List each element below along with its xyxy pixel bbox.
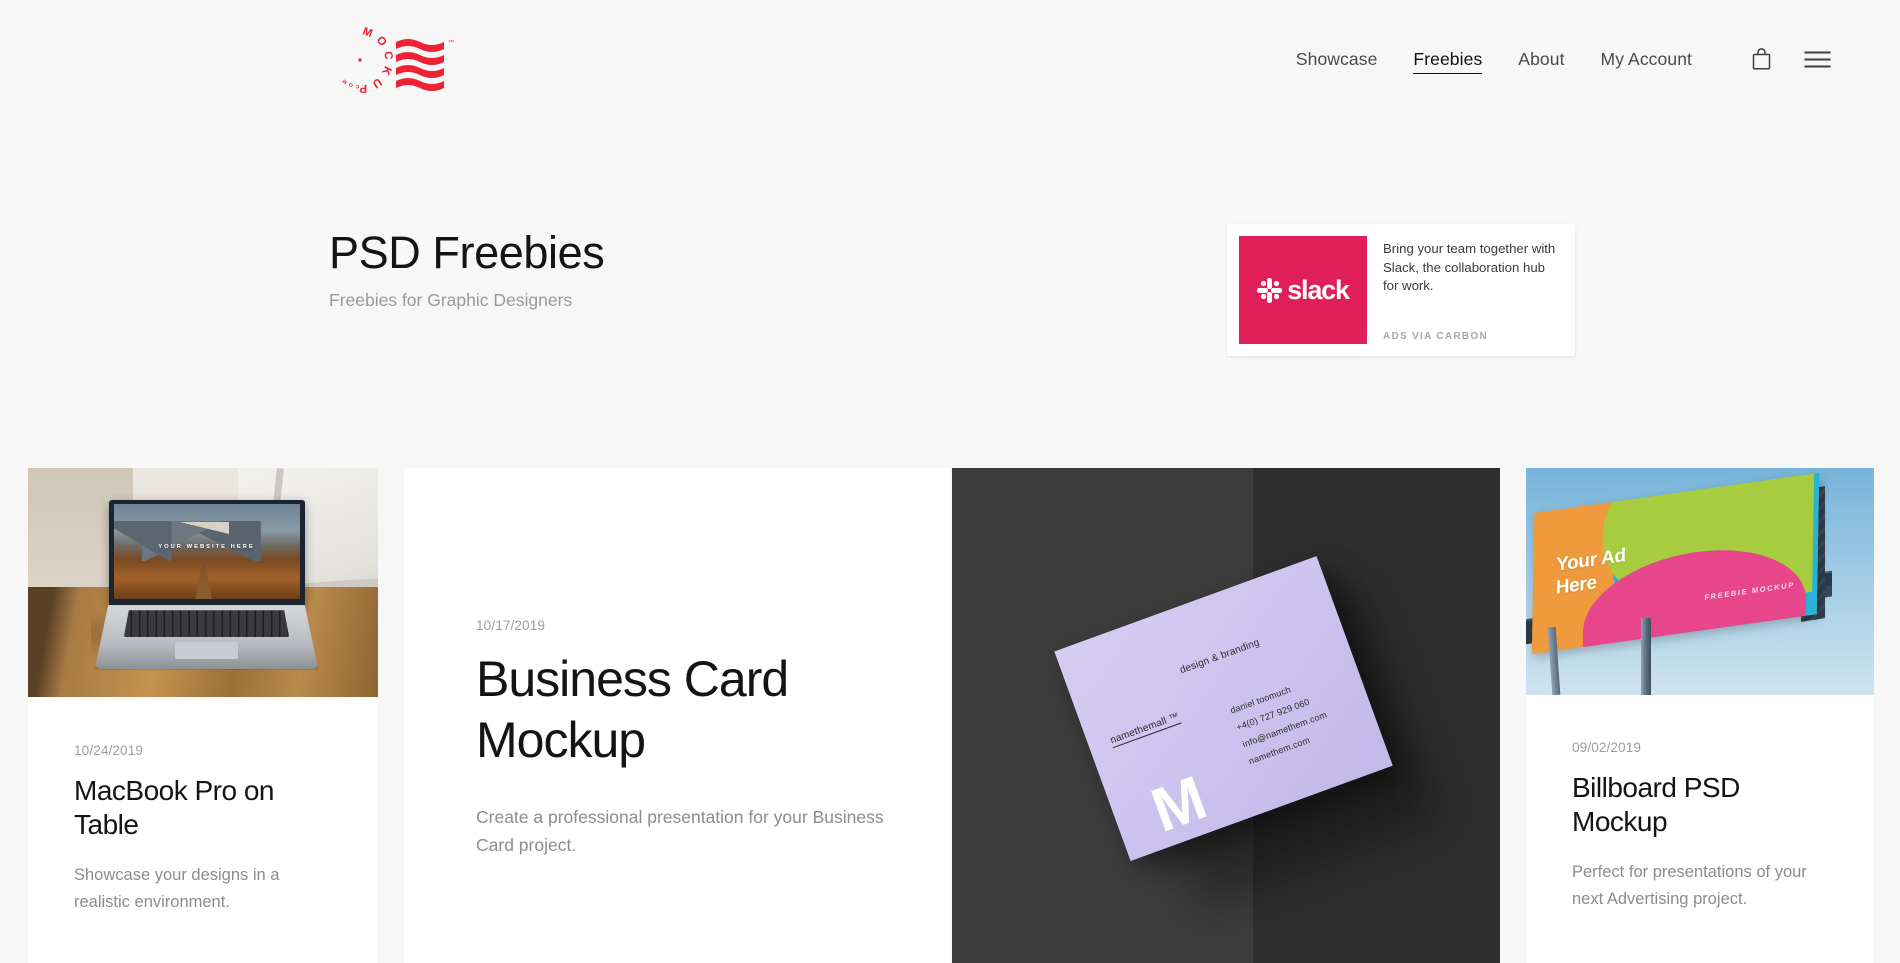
slack-wordmark: slack (1287, 274, 1350, 305)
freebie-card-business-card-photo[interactable]: namethemall ™ design & branding daniel t… (952, 468, 1500, 963)
slack-logo-icon (1257, 277, 1283, 303)
slack-ad-image: slack (1239, 236, 1367, 344)
card-body: 09/02/2019 Billboard PSD Mockup Perfect … (1526, 695, 1874, 913)
card-date: 10/17/2019 (476, 618, 546, 633)
nav-item-showcase[interactable]: Showcase (1296, 45, 1378, 74)
freebies-grid: YOUR WEBSITE HERE 10/24/2019 MacBook Pro… (0, 468, 1900, 963)
business-card-photo[interactable]: namethemall ™ design & branding daniel t… (952, 468, 1500, 963)
freebie-card-business-card[interactable]: 10/17/2019 Business Card Mockup Create a… (404, 468, 950, 963)
carbon-ad[interactable]: slack Bring your team together with Slac… (1227, 224, 1575, 356)
macbook-photo[interactable]: YOUR WEBSITE HERE (28, 468, 378, 697)
billboard-headline-line1: Your Ad (1555, 544, 1626, 576)
bizcard-tagline: design & branding (1177, 636, 1261, 676)
shopping-bag-icon[interactable] (1744, 42, 1778, 76)
logo-trademark: ™ (448, 39, 454, 46)
card-excerpt: Create a professional presentation for y… (476, 807, 884, 856)
card-title[interactable]: Billboard PSD Mockup (1572, 771, 1828, 838)
nav-item-freebies[interactable]: Freebies (1413, 45, 1483, 74)
card-title[interactable]: MacBook Pro on Table (74, 774, 332, 841)
bizcard-brand: namethemall ™ (1108, 710, 1182, 748)
freebie-card-macbook[interactable]: YOUR WEBSITE HERE 10/24/2019 MacBook Pro… (28, 468, 378, 963)
card-date: 09/02/2019 (1572, 740, 1642, 755)
card-title[interactable]: Business Card Mockup (476, 649, 904, 771)
card-date: 10/24/2019 (74, 743, 144, 758)
page-title: PSD Freebies (329, 227, 605, 278)
main-navigation: Showcase Freebies About My Account (1296, 0, 1834, 118)
card-excerpt: Showcase your designs in a realistic env… (74, 866, 280, 911)
card-body: 10/24/2019 MacBook Pro on Table Showcase… (28, 697, 378, 916)
hero-section: PSD Freebies Freebies for Graphic Design… (0, 118, 1900, 468)
ad-body: Bring your team together with Slack, the… (1367, 236, 1563, 344)
card-body: 10/17/2019 Business Card Mockup Create a… (404, 468, 950, 860)
freebie-card-billboard[interactable]: Your Ad Here FREEBIE MOCKUP 09/02/2019 B… (1526, 468, 1874, 963)
ad-text: Bring your team together with Slack, the… (1383, 241, 1556, 294)
mockup-logo[interactable]: MOCKUP .COM ™ (318, 22, 460, 95)
hamburger-menu-icon[interactable] (1800, 42, 1834, 76)
billboard-headline-line2: Here (1555, 571, 1597, 599)
bizcard-monogram: M (1142, 764, 1211, 846)
billboard-headline: Your Ad Here (1555, 544, 1625, 600)
site-header: MOCKUP .COM ™ Showcase Freebies About My… (0, 0, 1900, 118)
macbook-screen-text: YOUR WEBSITE HERE (158, 544, 255, 551)
ad-via-label: ADS VIA CARBON (1383, 331, 1489, 342)
nav-item-my-account[interactable]: My Account (1601, 45, 1692, 74)
nav-item-about[interactable]: About (1518, 45, 1564, 74)
page-subtitle: Freebies for Graphic Designers (329, 290, 573, 310)
card-excerpt: Perfect for presentations of your next A… (1572, 863, 1807, 908)
billboard-photo[interactable]: Your Ad Here FREEBIE MOCKUP (1526, 468, 1874, 695)
